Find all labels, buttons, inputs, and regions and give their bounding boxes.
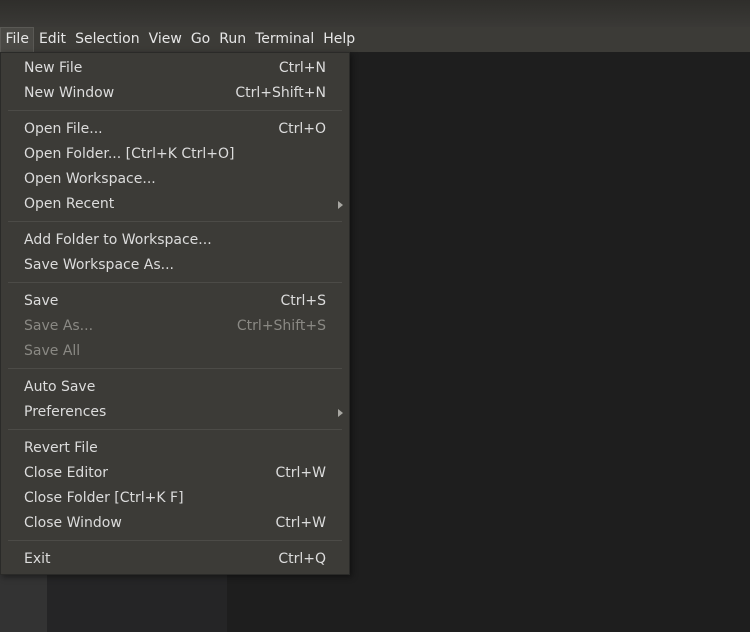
- menu-item-open-file[interactable]: Open File... Ctrl+O: [1, 117, 349, 142]
- menu-item-auto-save[interactable]: Auto Save: [1, 375, 349, 400]
- file-menu-dropdown: New File Ctrl+N New Window Ctrl+Shift+N …: [0, 52, 350, 575]
- menu-go[interactable]: Go: [186, 27, 214, 52]
- menu-item-close-editor[interactable]: Close Editor Ctrl+W: [1, 461, 349, 486]
- menu-view[interactable]: View: [144, 27, 186, 52]
- menu-item-save-workspace-as[interactable]: Save Workspace As...: [1, 253, 349, 278]
- menu-file[interactable]: File: [0, 27, 35, 52]
- menu-item-label: Close Editor: [24, 465, 109, 481]
- chevron-right-icon: [338, 409, 343, 417]
- menu-item-preferences[interactable]: Preferences: [1, 400, 349, 425]
- menu-item-save[interactable]: Save Ctrl+S: [1, 289, 349, 314]
- menu-item-shortcut: Ctrl+W: [275, 515, 326, 531]
- menu-item-shortcut: Ctrl+Shift+S: [236, 318, 326, 334]
- menu-item-label: Open File...: [24, 121, 103, 137]
- menu-item-save-as: Save As... Ctrl+Shift+S: [1, 314, 349, 339]
- menu-separator: [8, 110, 342, 111]
- menu-item-shortcut: Ctrl+Q: [278, 551, 326, 567]
- menu-item-label: New File: [24, 60, 83, 76]
- menu-item-label: New Window: [24, 85, 115, 101]
- menu-item-label: Revert File: [24, 440, 98, 456]
- chevron-right-icon: [338, 201, 343, 209]
- menu-item-close-folder[interactable]: Close Folder [Ctrl+K F]: [1, 486, 349, 511]
- menu-item-new-file[interactable]: New File Ctrl+N: [1, 56, 349, 81]
- menu-item-label: Add Folder to Workspace...: [24, 232, 212, 248]
- menu-item-shortcut: Ctrl+O: [278, 121, 326, 137]
- menu-separator: [8, 282, 342, 283]
- menu-item-label: Open Recent: [24, 196, 115, 212]
- menu-separator: [8, 429, 342, 430]
- menu-item-label: Save Workspace As...: [24, 257, 175, 273]
- menu-item-open-recent[interactable]: Open Recent: [1, 192, 349, 217]
- menu-separator: [8, 540, 342, 541]
- menu-item-shortcut: Ctrl+N: [278, 60, 326, 76]
- menu-help[interactable]: Help: [319, 27, 360, 52]
- menu-item-label: Exit: [24, 551, 51, 567]
- menu-item-open-folder[interactable]: Open Folder... [Ctrl+K Ctrl+O]: [1, 142, 349, 167]
- menu-item-label: Save As...: [24, 318, 94, 334]
- menu-item-revert-file[interactable]: Revert File: [1, 436, 349, 461]
- menu-item-label: Save All: [24, 343, 81, 359]
- menu-item-add-folder-to-workspace[interactable]: Add Folder to Workspace...: [1, 228, 349, 253]
- window-titlebar: [0, 0, 750, 27]
- menu-item-exit[interactable]: Exit Ctrl+Q: [1, 547, 349, 572]
- menu-run[interactable]: Run: [215, 27, 251, 52]
- menu-item-close-window[interactable]: Close Window Ctrl+W: [1, 511, 349, 536]
- menu-item-label: Open Workspace...: [24, 171, 156, 187]
- menu-bar: File Edit Selection View Go Run Terminal…: [0, 27, 750, 52]
- menu-separator: [8, 221, 342, 222]
- menu-edit[interactable]: Edit: [34, 27, 70, 52]
- menu-item-shortcut: Ctrl+W: [275, 465, 326, 481]
- menu-terminal[interactable]: Terminal: [251, 27, 319, 52]
- menu-item-save-all: Save All: [1, 339, 349, 364]
- menu-selection[interactable]: Selection: [71, 27, 145, 52]
- menu-item-label: Close Window: [24, 515, 122, 531]
- menu-item-label: Close Folder [Ctrl+K F]: [24, 490, 184, 506]
- menu-item-shortcut: Ctrl+Shift+N: [235, 85, 326, 101]
- menu-item-open-workspace[interactable]: Open Workspace...: [1, 167, 349, 192]
- menu-item-label: Open Folder... [Ctrl+K Ctrl+O]: [24, 146, 235, 162]
- menu-item-shortcut: Ctrl+S: [280, 293, 326, 309]
- menu-item-label: Preferences: [24, 404, 107, 420]
- menu-item-label: Auto Save: [24, 379, 96, 395]
- menu-item-new-window[interactable]: New Window Ctrl+Shift+N: [1, 81, 349, 106]
- menu-separator: [8, 368, 342, 369]
- menu-item-label: Save: [24, 293, 59, 309]
